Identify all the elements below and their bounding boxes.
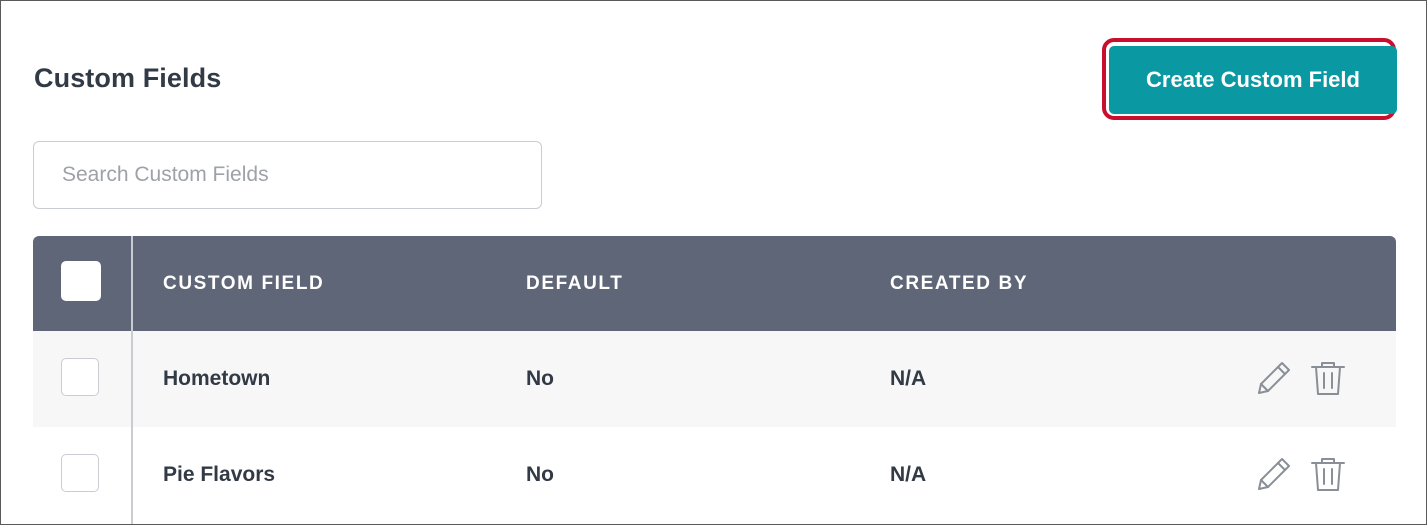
- row-checkbox[interactable]: [61, 454, 99, 492]
- column-header-created-by[interactable]: CREATED BY: [890, 236, 1028, 331]
- trash-icon[interactable]: [1306, 452, 1350, 496]
- create-custom-field-button[interactable]: Create Custom Field: [1109, 46, 1397, 114]
- custom-fields-panel: Custom Fields Create Custom Field CUSTOM…: [0, 0, 1427, 525]
- table-row: Hometown No N/A: [33, 331, 1396, 427]
- pencil-icon[interactable]: [1252, 452, 1296, 496]
- trash-icon[interactable]: [1306, 356, 1350, 400]
- pencil-icon[interactable]: [1252, 356, 1296, 400]
- custom-fields-table: CUSTOM FIELD DEFAULT CREATED BY Hometown…: [33, 236, 1396, 524]
- table-row: Pie Flavors No N/A: [33, 427, 1396, 523]
- custom-field-name: Pie Flavors: [163, 463, 276, 486]
- row-checkbox[interactable]: [61, 358, 99, 396]
- default-value: No: [526, 463, 554, 486]
- search-input[interactable]: [33, 141, 542, 209]
- column-divider: [131, 236, 133, 524]
- created-by-value: N/A: [890, 463, 927, 486]
- created-by-value: N/A: [890, 367, 927, 390]
- select-all-checkbox[interactable]: [61, 261, 101, 301]
- column-header-default[interactable]: DEFAULT: [526, 236, 623, 331]
- custom-field-name: Hometown: [163, 367, 271, 390]
- page-title: Custom Fields: [34, 63, 222, 93]
- default-value: No: [526, 367, 554, 390]
- table-header: CUSTOM FIELD DEFAULT CREATED BY: [33, 236, 1396, 331]
- column-header-custom-field[interactable]: CUSTOM FIELD: [163, 236, 324, 331]
